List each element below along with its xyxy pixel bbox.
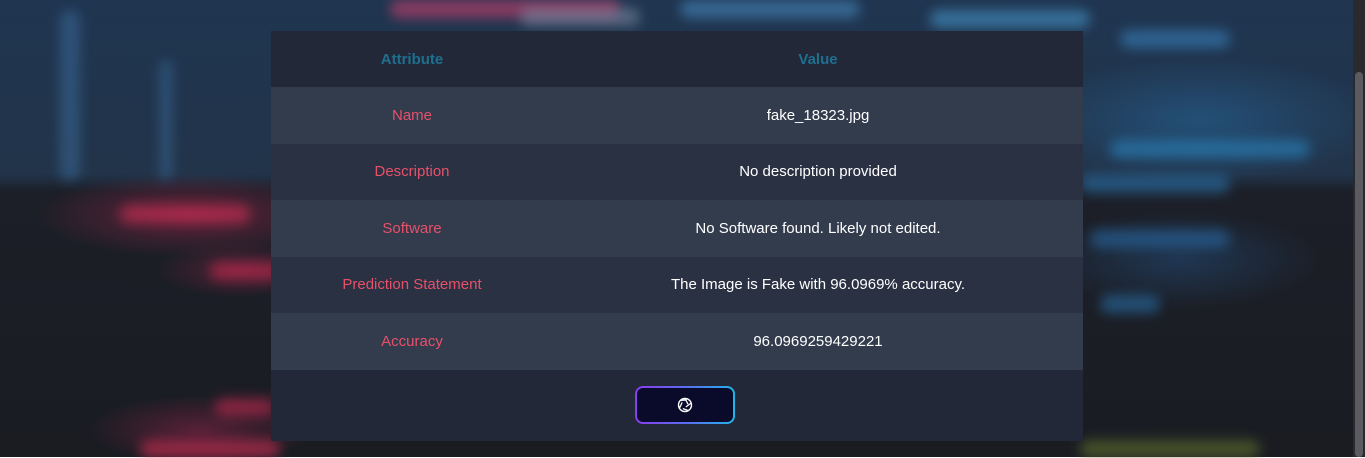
aperture-icon — [677, 397, 693, 413]
metadata-table: Attribute Value Name fake_18323.jpg Desc… — [271, 31, 1083, 370]
table-row: Name fake_18323.jpg — [271, 87, 1083, 144]
value-cell: fake_18323.jpg — [553, 87, 1083, 144]
action-button-inner[interactable] — [637, 388, 733, 422]
page-scrollbar[interactable] — [1353, 0, 1365, 457]
scrollbar-thumb[interactable] — [1355, 72, 1363, 457]
metadata-panel: Attribute Value Name fake_18323.jpg Desc… — [271, 31, 1083, 441]
value-cell: The Image is Fake with 96.0969% accuracy… — [553, 256, 1083, 313]
value-cell: No Software found. Likely not edited. — [553, 200, 1083, 257]
attribute-cell: Description — [271, 143, 553, 200]
table-row: Accuracy 96.0969259429221 — [271, 313, 1083, 370]
header-value: Value — [553, 31, 1083, 87]
attribute-cell: Accuracy — [271, 313, 553, 370]
attribute-cell: Name — [271, 87, 553, 144]
value-cell: No description provided — [553, 143, 1083, 200]
table-row: Prediction Statement The Image is Fake w… — [271, 256, 1083, 313]
table-header-row: Attribute Value — [271, 31, 1083, 87]
attribute-cell: Prediction Statement — [271, 256, 553, 313]
header-attribute: Attribute — [271, 31, 553, 87]
action-button[interactable] — [635, 386, 735, 424]
table-row: Description No description provided — [271, 143, 1083, 200]
table-row: Software No Software found. Likely not e… — [271, 200, 1083, 257]
value-cell: 96.0969259429221 — [553, 313, 1083, 370]
attribute-cell: Software — [271, 200, 553, 257]
